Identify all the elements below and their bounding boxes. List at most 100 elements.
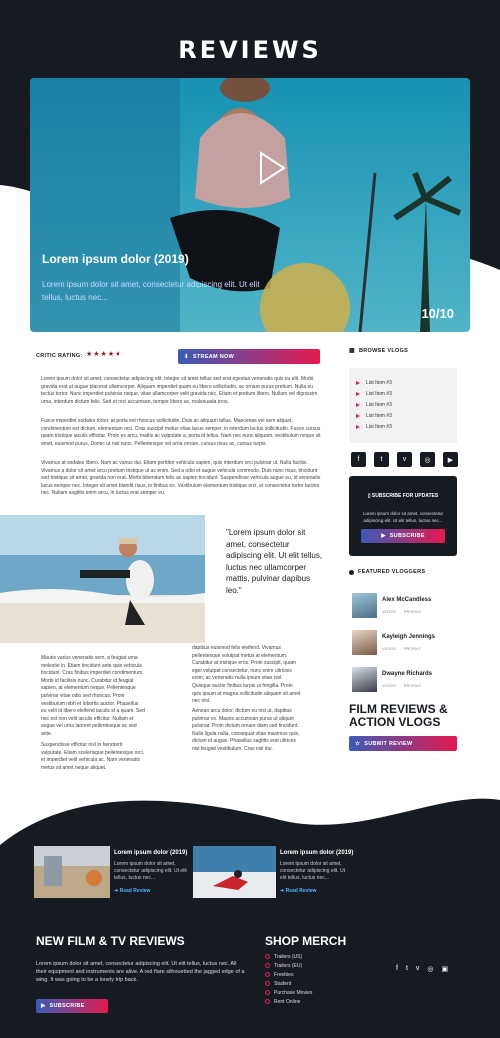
circle-icon	[265, 972, 270, 977]
list-item[interactable]: List Item #3	[356, 399, 457, 410]
profile-link[interactable]: PROFILE	[404, 683, 421, 688]
arrow-icon	[356, 402, 360, 407]
sidebar-social-links: f t v ◎ ▶	[351, 452, 458, 467]
profile-link[interactable]: PROFILE	[404, 609, 421, 614]
vlogger-card[interactable]: Dwayne Richards VLOGS PROFILE	[352, 667, 457, 695]
article-column-1-b: Suspendisse efficitur nisl in hendrerit …	[41, 742, 145, 771]
instagram-icon[interactable]: ◎	[427, 965, 433, 973]
hero-title: Lorem ipsum dolor (2019)	[42, 252, 189, 266]
arrow-icon	[356, 380, 360, 385]
grid-icon: ▦	[349, 348, 355, 354]
instagram-icon[interactable]: ◎	[420, 452, 435, 467]
merch-item[interactable]: Rent Online	[265, 997, 312, 1006]
review-card-title: Lorem ipsum dolor (2019)	[114, 850, 188, 856]
vlogs-link[interactable]: VLOGS	[382, 609, 396, 614]
merch-item[interactable]: Trailers (EU)	[265, 961, 312, 970]
star-icon: ☆	[355, 740, 361, 747]
review-card-title: Lorem ipsum dolor (2019)	[280, 850, 354, 856]
merch-item[interactable]: Purchase Movies	[265, 988, 312, 997]
list-item[interactable]: List Item #3	[356, 377, 457, 388]
review-card-image[interactable]	[34, 846, 110, 898]
review-card-image[interactable]	[193, 846, 276, 898]
article-column-1: Mauris varius venenatis sem, a feugiat u…	[41, 655, 145, 737]
circle-icon	[265, 999, 270, 1004]
avatar	[352, 630, 377, 655]
star-icons: ★★★★	[86, 351, 116, 358]
twitter-icon[interactable]: t	[374, 452, 389, 467]
vlogger-meta: VLOGS PROFILE	[382, 646, 421, 651]
vimeo-icon[interactable]: v	[397, 452, 412, 467]
vlogger-card[interactable]: Alex McCandless VLOGS PROFILE	[352, 593, 457, 621]
vlogger-meta: VLOGS PROFILE	[382, 683, 421, 688]
subscribe-title: ▯ SUBSCRIBE FOR UPDATES	[367, 493, 439, 499]
critic-rating-label: CRITIC RATING:	[36, 353, 83, 359]
stream-now-label: STREAM NOW	[192, 353, 235, 360]
read-review-link[interactable]: ➜ Read Review	[114, 888, 150, 894]
vlogger-name: Kayleigh Jennings	[382, 634, 436, 640]
circle-icon	[265, 963, 270, 968]
cta-heading: FILM REVIEWS & ACTION VLOGS	[349, 702, 448, 729]
vimeo-icon[interactable]: v	[416, 965, 420, 973]
list-item[interactable]: List Item #3	[356, 410, 457, 421]
arrow-icon	[356, 413, 360, 418]
review-card-description: Lorem ipsum dolor sit amet, consectetur …	[114, 861, 187, 881]
browse-vlogs-label: BROWSE VLOGS	[358, 347, 409, 354]
merch-list: Trailers (US) Trailers (EU) Freebies Stu…	[265, 952, 312, 1006]
avatar	[352, 593, 377, 618]
vlogger-card[interactable]: Kayleigh Jennings VLOGS PROFILE	[352, 630, 457, 658]
merch-item[interactable]: Student	[265, 979, 312, 988]
footer-heading: NEW FILM & TV REVIEWS	[36, 934, 185, 948]
list-item[interactable]: List Item #3	[356, 388, 457, 399]
article-paragraph-3: Vivamus at sodales libero. Nam ac varius…	[41, 460, 321, 497]
download-icon: ⬇	[184, 353, 189, 360]
circle-icon	[349, 569, 354, 575]
footer-description: Lorem ipsum dolor sit amet, consectetur …	[36, 961, 245, 983]
vlogs-link[interactable]: VLOGS	[382, 646, 396, 651]
list-item[interactable]: List Item #3	[356, 421, 457, 432]
article-column-2-b: Aenean arcu dolor, dictum eu nisl ut, da…	[192, 708, 300, 752]
circle-icon	[265, 954, 270, 959]
vlogger-name: Alex McCandless	[382, 597, 432, 603]
browse-vlogs-heading: ▦ BROWSE VLOGS	[349, 347, 409, 355]
shop-merch-heading: SHOP MERCH	[265, 934, 347, 948]
circle-icon	[265, 990, 270, 995]
hero-rating: 10/10	[421, 306, 454, 321]
merch-item[interactable]: Freebies	[265, 970, 312, 979]
half-star-icon: ★	[115, 350, 119, 358]
subscribe-description: Lorem ipsum dolor sit amet, consectetur …	[362, 511, 444, 523]
vlogger-meta: VLOGS PROFILE	[382, 609, 421, 614]
article-paragraph-1: Lorem ipsum dolor sit amet, consectetur …	[41, 376, 318, 405]
facebook-icon[interactable]: f	[351, 452, 366, 467]
submit-review-button[interactable]: ☆ SUBMIT REVIEW	[349, 736, 457, 751]
article-column-2: dapibus euismod felis eleifend. Vivamus …	[192, 645, 301, 705]
youtube-icon[interactable]: ▶	[443, 452, 458, 467]
arrow-icon	[356, 424, 360, 429]
featured-vloggers-heading: FEATURED VLOGGERS	[349, 569, 425, 575]
arrow-icon	[356, 391, 360, 396]
profile-link[interactable]: PROFILE	[404, 646, 421, 651]
twitch-icon[interactable]: ▣	[442, 965, 449, 973]
hero-description: Lorem ipsum dolor sit amet, consectetur …	[42, 280, 260, 302]
twitter-icon[interactable]: t	[406, 965, 408, 973]
vlog-list: List Item #3 List Item #3 List Item #3 L…	[349, 368, 457, 443]
subscribe-box: ▯ SUBSCRIBE FOR UPDATES Lorem ipsum dolo…	[349, 476, 457, 556]
review-card-description: Lorem ipsum dolor sit amet, consectetur …	[280, 861, 346, 881]
article-paragraph-2: Fusce imperdiet sodales tortor, at porta…	[41, 418, 321, 447]
vlogger-name: Dwayne Richards	[382, 671, 433, 677]
pull-quote: "Lorem ipsum dolor sit amet, consectetur…	[226, 528, 323, 595]
circle-icon	[265, 981, 270, 986]
sidebar-subscribe-button[interactable]: ▶ SUBSCRIBE	[361, 529, 445, 543]
star-rating: ★★★★★	[86, 350, 119, 358]
avatar	[352, 667, 377, 692]
stream-now-button[interactable]: ⬇ STREAM NOW	[178, 349, 320, 364]
read-review-link[interactable]: ➜ Read Review	[280, 888, 316, 894]
youtube-icon: ▶	[41, 1003, 46, 1009]
merch-item[interactable]: Trailers (US)	[265, 952, 312, 961]
vlogs-link[interactable]: VLOGS	[382, 683, 396, 688]
play-icon[interactable]	[236, 151, 286, 185]
page-title: REVIEWS	[178, 36, 322, 64]
facebook-icon[interactable]: f	[396, 965, 398, 973]
footer-subscribe-button[interactable]: ▶ SUBSCRIBE	[36, 999, 108, 1013]
youtube-icon: ▶	[381, 533, 386, 539]
footer-social-links: f t v ◎ ▣	[396, 965, 448, 973]
